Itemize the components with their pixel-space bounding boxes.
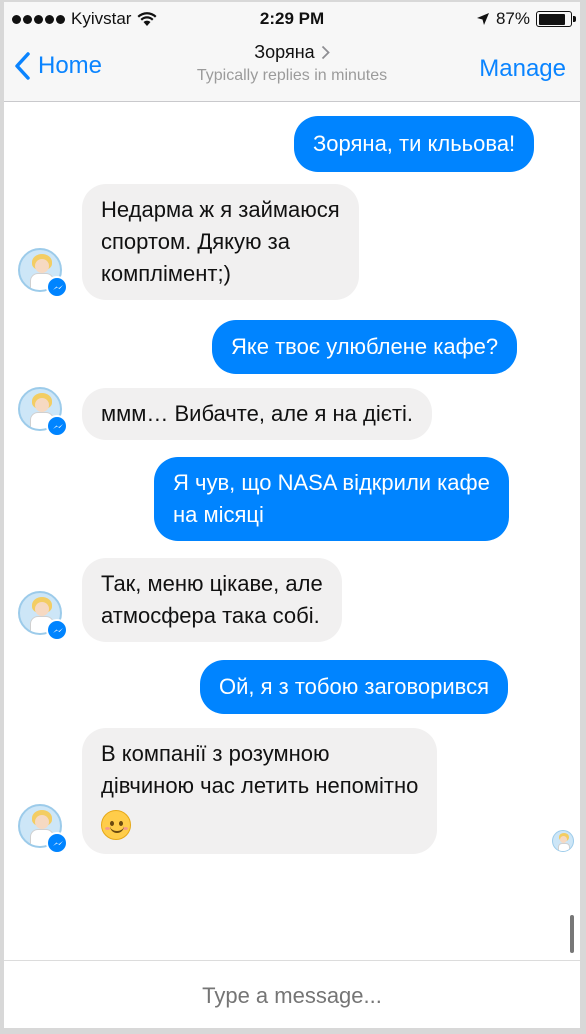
- message-line: комплімент;): [101, 261, 231, 286]
- battery-percent: 87%: [495, 9, 530, 28]
- message-incoming[interactable]: ммм… Вибачте, але я на дієті.: [82, 388, 433, 440]
- message-line: ммм… Вибачте, але я на дієті.: [101, 401, 414, 426]
- location-arrow-icon: [476, 13, 489, 25]
- message-line: Недарма ж я займаюся: [101, 197, 340, 222]
- battery-icon: [536, 11, 576, 27]
- message-line: дівчиною час летить непомітно: [101, 773, 419, 798]
- messenger-badge-icon: [46, 832, 68, 854]
- message-outgoing[interactable]: Я чув, що NASA відкрили кафе на місяці: [154, 457, 509, 541]
- message-line: спортом. Дякую за: [101, 229, 290, 254]
- bot-avatar[interactable]: [18, 804, 68, 854]
- message-line: Так, меню цікаве, але: [101, 571, 323, 596]
- message-incoming[interactable]: В компанії з розумною дівчиною час летит…: [82, 728, 438, 854]
- smiling-face-emoji: [101, 810, 131, 841]
- messenger-badge-icon: [46, 619, 68, 641]
- message-input[interactable]: [4, 983, 580, 1009]
- conversation-title[interactable]: Зоряна: [254, 42, 330, 63]
- title-chevron-icon: [321, 45, 330, 60]
- message-line: Я чув, що NASA відкрили кафе: [173, 470, 490, 495]
- battery-fill: [538, 13, 566, 25]
- contact-name: Зоряна: [254, 42, 315, 62]
- seen-indicator-avatar: [552, 830, 574, 852]
- message-text: Яке твоє улюблене кафе?: [231, 334, 499, 359]
- message-composer: [4, 960, 580, 1028]
- message-text: Ой, я з тобою заговорився: [219, 674, 490, 699]
- manage-button[interactable]: Manage: [479, 55, 566, 83]
- message-line: атмосфера така собі.: [101, 603, 320, 628]
- status-bar: Kyivstar 2:29 PM 87%: [4, 2, 580, 36]
- message-line: В компанії з розумною: [101, 741, 330, 766]
- messenger-badge-icon: [46, 276, 68, 298]
- message-outgoing[interactable]: Ой, я з тобою заговорився: [200, 660, 509, 714]
- message-incoming[interactable]: Недарма ж я займаюся спортом. Дякую за к…: [82, 184, 359, 300]
- scroll-indicator[interactable]: [570, 915, 574, 953]
- status-right: 87%: [476, 9, 576, 29]
- emoji-line: [101, 808, 418, 842]
- bot-avatar[interactable]: [18, 591, 68, 641]
- message-line: на місяці: [173, 502, 264, 527]
- bot-avatar[interactable]: [18, 387, 68, 437]
- message-outgoing[interactable]: Зоряна, ти клььова!: [294, 116, 535, 172]
- message-outgoing[interactable]: Яке твоє улюблене кафе?: [212, 320, 518, 374]
- message-incoming[interactable]: Так, меню цікаве, але атмосфера така соб…: [82, 558, 342, 642]
- bot-avatar[interactable]: [18, 248, 68, 298]
- messenger-badge-icon: [46, 415, 68, 437]
- message-text: Зоряна, ти клььова!: [313, 131, 516, 156]
- messenger-screen: Kyivstar 2:29 PM 87% Home Зоряна Typical…: [4, 2, 580, 1028]
- navigation-bar: Home Зоряна Typically replies in minutes…: [4, 36, 580, 102]
